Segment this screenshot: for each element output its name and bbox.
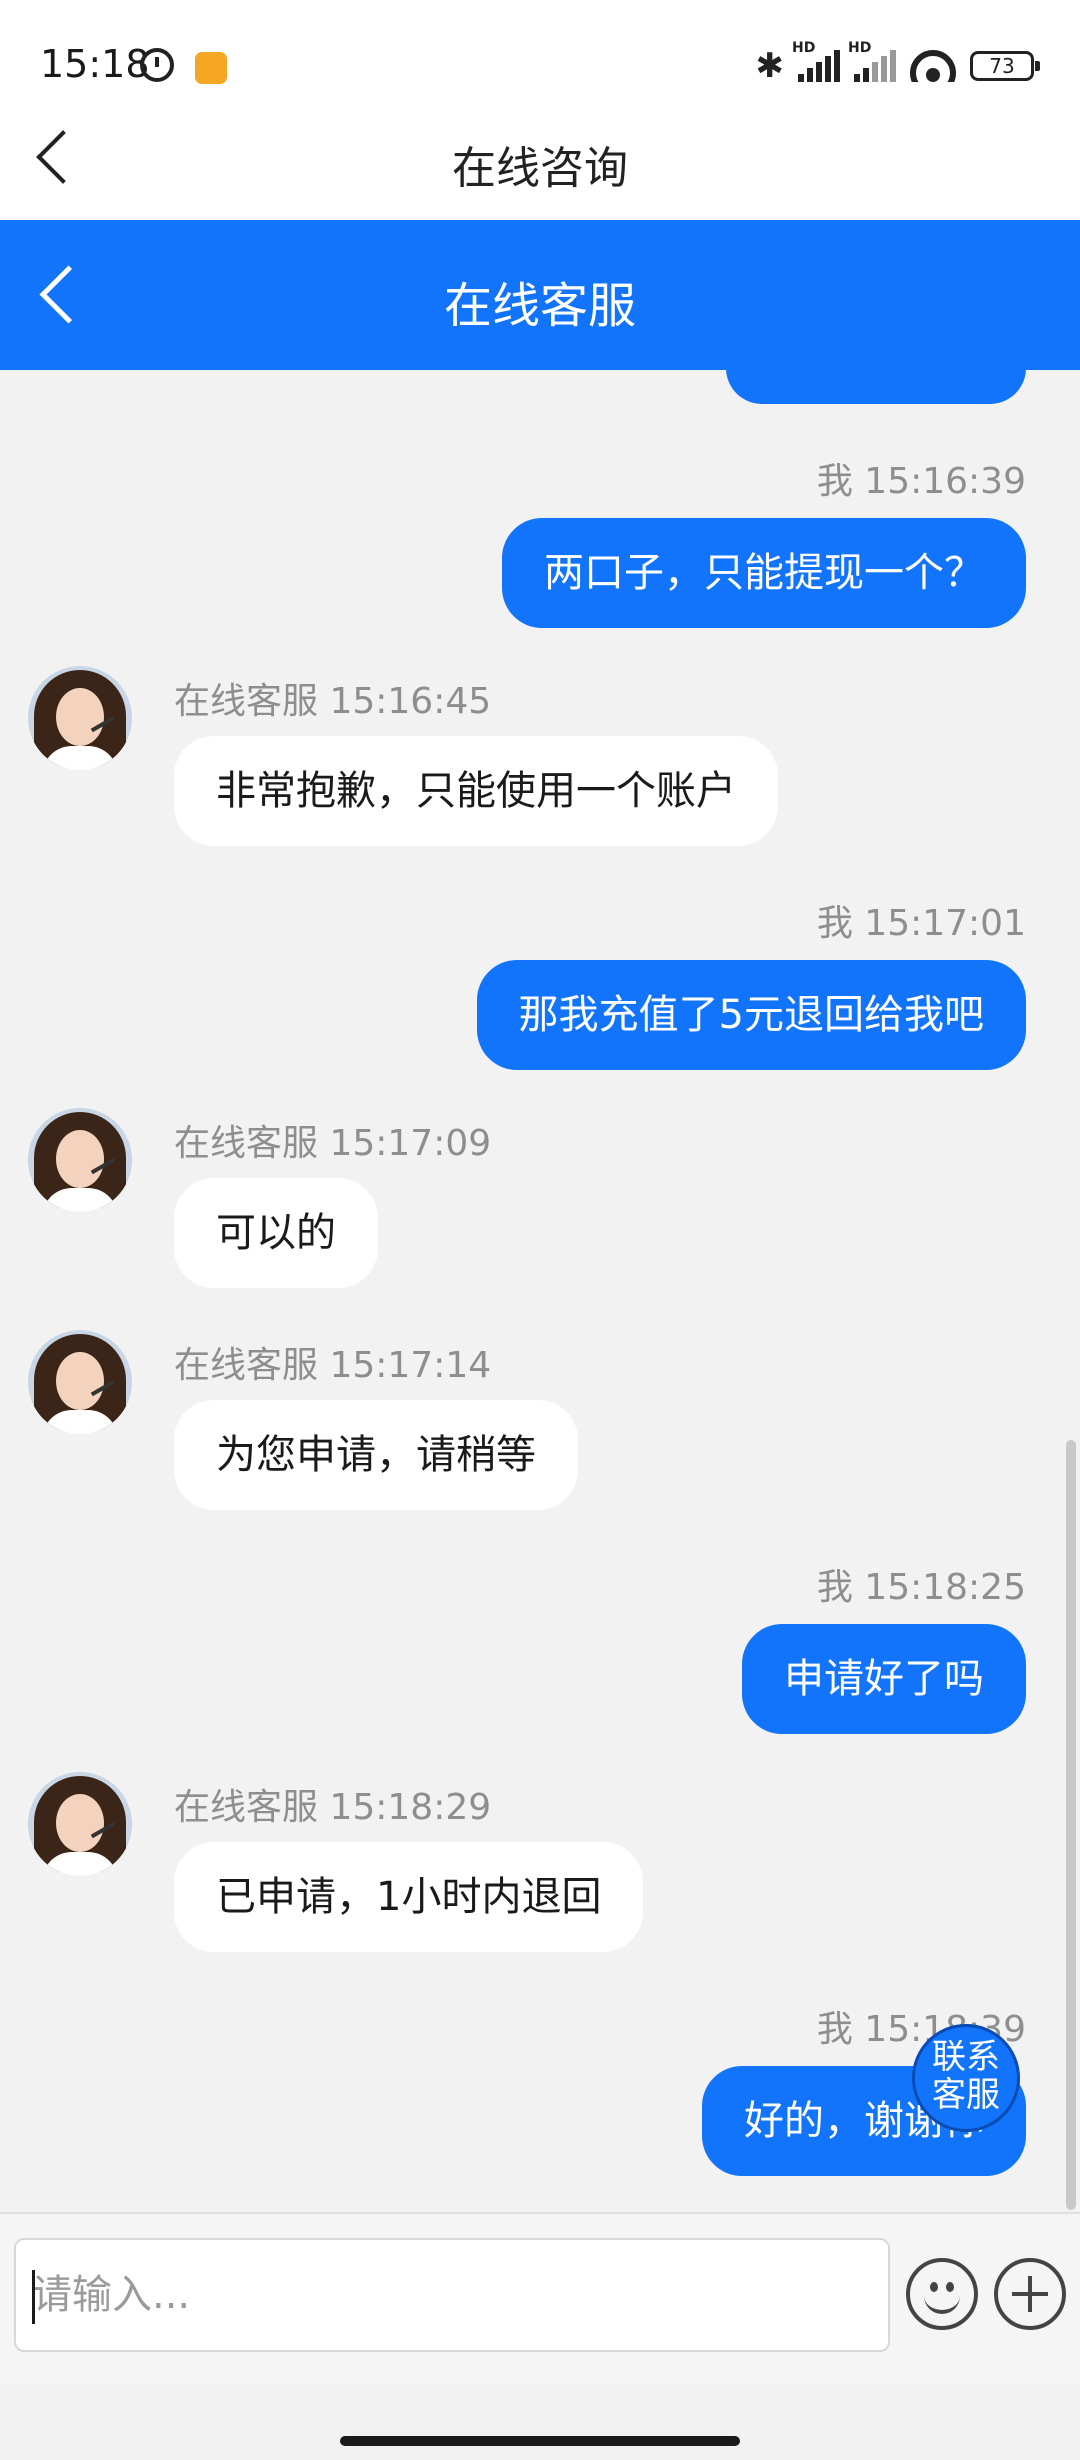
message-input[interactable] bbox=[16, 2240, 888, 2350]
contact-service-label-1: 联系 bbox=[932, 2037, 1000, 2077]
wifi-icon bbox=[910, 50, 956, 82]
message-row-out: 我 15:17:01 那我充值了5元退回给我吧 bbox=[476, 894, 1026, 1070]
text-caret bbox=[32, 2270, 35, 2324]
message-row-out: 我 15:16:39 两口子，只能提现一个？ bbox=[502, 452, 1026, 628]
agent-avatar bbox=[28, 1108, 132, 1212]
signal-icon-1: HD bbox=[792, 40, 840, 82]
input-bar bbox=[0, 2212, 1080, 2384]
message-row-out: 我 15:18:25 申请好了吗 bbox=[742, 1558, 1026, 1734]
message-time: 我 15:17:01 bbox=[816, 903, 1026, 944]
emoji-icon[interactable] bbox=[906, 2258, 978, 2330]
status-time: 15:18 bbox=[40, 42, 150, 86]
message-time: 在线客服 15:17:14 bbox=[174, 1345, 492, 1386]
notification-app-icon bbox=[195, 52, 227, 84]
status-bar: 15:18 ✱ HD HD 73 bbox=[0, 0, 1080, 104]
message-bubble[interactable]: 两口子，只能提现一个？ bbox=[502, 518, 1026, 628]
signal-icon-2: HD bbox=[848, 40, 896, 82]
page-title: 在线咨询 bbox=[452, 143, 628, 194]
battery-icon: 73 bbox=[970, 51, 1040, 81]
message-bubble[interactable]: 申请好了吗 bbox=[742, 1624, 1026, 1734]
message-bubble-partial bbox=[726, 370, 1026, 404]
alarm-icon bbox=[140, 48, 174, 82]
message-time: 我 15:16:39 bbox=[816, 461, 1026, 502]
agent-avatar bbox=[28, 666, 132, 770]
message-row-in: 在线客服 15:16:45 非常抱歉，只能使用一个账户 bbox=[174, 672, 778, 846]
home-indicator[interactable] bbox=[340, 2436, 740, 2446]
status-icons: ✱ HD HD 73 bbox=[755, 40, 1040, 86]
message-time: 我 15:18:25 bbox=[816, 1567, 1026, 1608]
message-row-in: 在线客服 15:17:09 可以的 bbox=[174, 1114, 491, 1288]
outer-header: 在线咨询 bbox=[0, 104, 1080, 220]
bluetooth-icon: ✱ bbox=[755, 46, 785, 86]
chat-title: 在线客服 bbox=[443, 278, 636, 334]
message-bubble[interactable]: 那我充值了5元退回给我吧 bbox=[476, 960, 1026, 1070]
message-row-in: 在线客服 15:17:14 为您申请，请稍等 bbox=[174, 1336, 578, 1510]
plus-icon[interactable] bbox=[994, 2258, 1066, 2330]
message-bubble[interactable]: 为您申请，请稍等 bbox=[174, 1400, 578, 1510]
scrollbar[interactable] bbox=[1066, 1440, 1076, 2210]
chat-header: 在线客服 bbox=[0, 220, 1080, 370]
contact-service-button[interactable]: 联系 客服 bbox=[912, 2024, 1020, 2132]
chat-list[interactable]: 我 15:16:39 两口子，只能提现一个？ 在线客服 15:16:45 非常抱… bbox=[0, 370, 1080, 2212]
message-time: 在线客服 15:17:09 bbox=[174, 1123, 492, 1164]
contact-service-label-2: 客服 bbox=[932, 2075, 1000, 2115]
message-bubble[interactable]: 已申请，1小时内退回 bbox=[174, 1842, 644, 1952]
message-bubble[interactable]: 可以的 bbox=[174, 1178, 378, 1288]
message-time: 在线客服 15:16:45 bbox=[174, 681, 492, 722]
agent-avatar bbox=[28, 1330, 132, 1434]
message-bubble[interactable]: 非常抱歉，只能使用一个账户 bbox=[174, 736, 778, 846]
agent-avatar bbox=[28, 1772, 132, 1876]
message-row-in: 在线客服 15:18:29 已申请，1小时内退回 bbox=[174, 1778, 644, 1952]
message-input-box[interactable] bbox=[14, 2238, 890, 2352]
message-time: 在线客服 15:18:29 bbox=[174, 1787, 492, 1828]
